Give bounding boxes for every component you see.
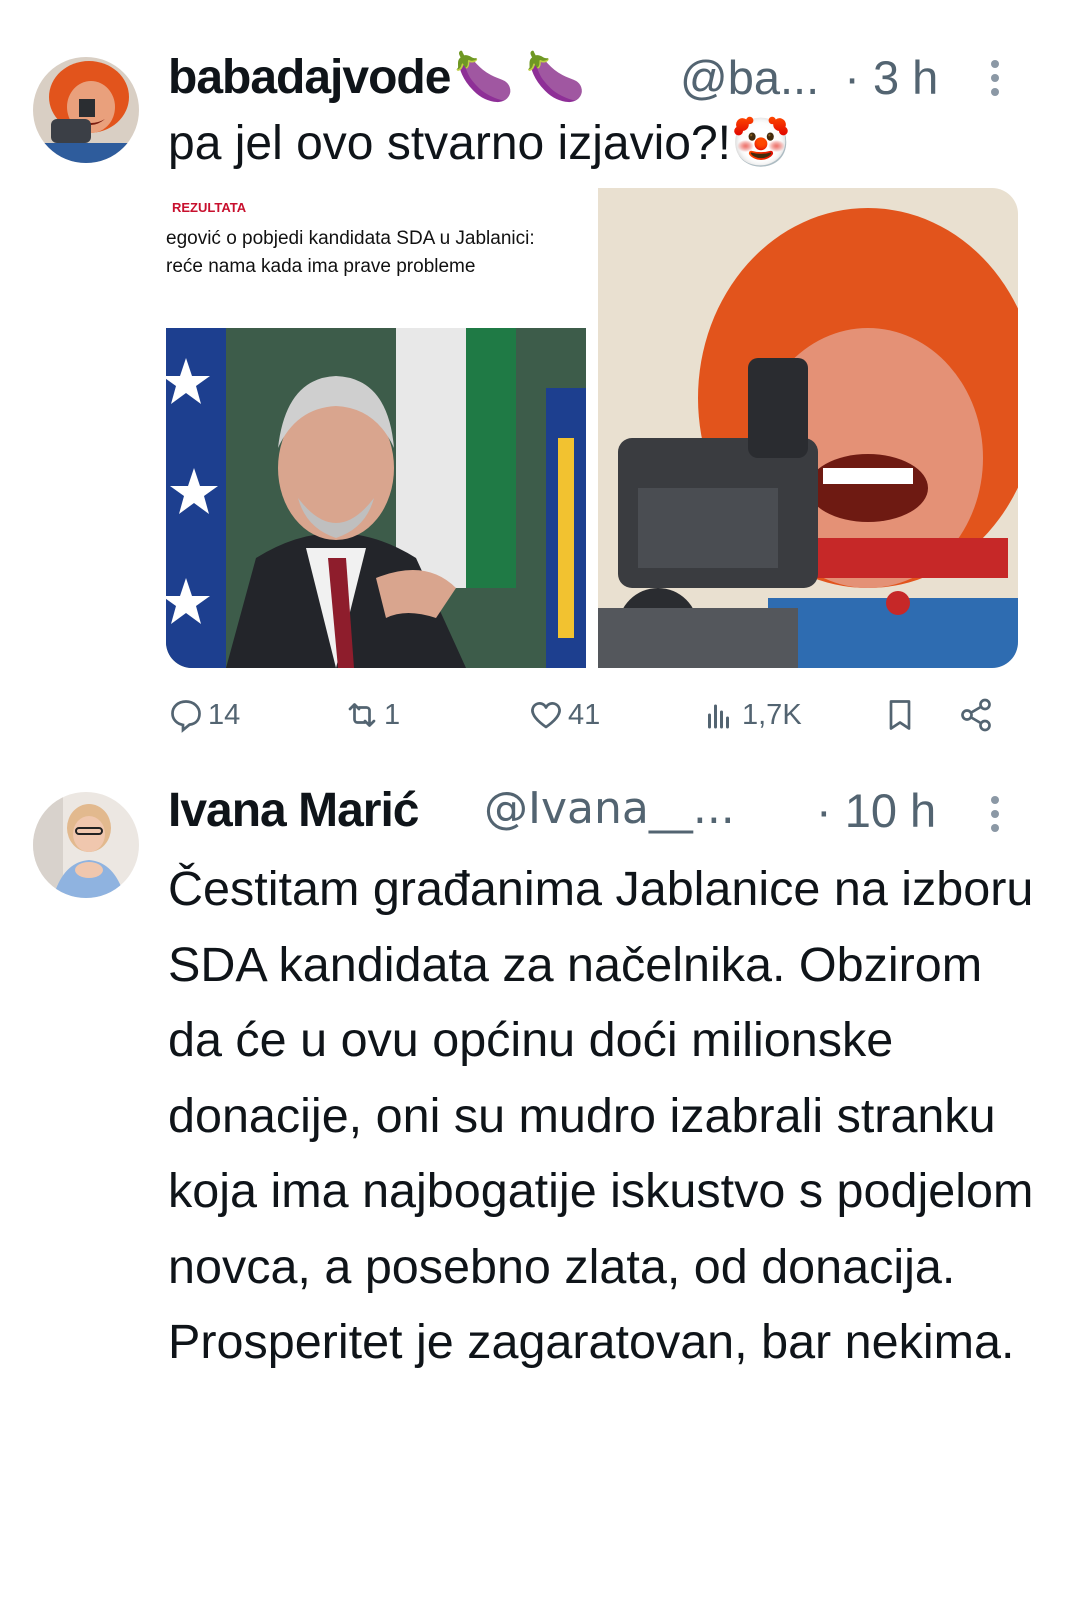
timestamp[interactable]: · 10 h (816, 783, 936, 838)
more-icon[interactable] (986, 794, 1004, 841)
views-count: 1,7K (742, 698, 802, 731)
action-bar: 14 1 41 1,7K (168, 690, 1028, 740)
display-name-text: babadajvode (168, 51, 451, 104)
article-header: REZULTATA egović o pobjedi kandidata SDA… (166, 188, 586, 328)
repost-count: 1 (384, 698, 401, 731)
views-icon (708, 704, 729, 729)
bookmark-button[interactable] (882, 690, 918, 740)
tweet-paragraph-1: Čestitam građanima Jablanice na izboru S… (168, 862, 1034, 1294)
handle[interactable]: @ba... (680, 51, 819, 104)
politician-photo (166, 328, 586, 668)
handle[interactable]: @Ivana__... (484, 783, 735, 834)
display-name[interactable]: babadajvode🍆 🍆 (168, 48, 585, 105)
timestamp[interactable]: · 3 h (844, 51, 938, 104)
media-image-photo[interactable] (598, 188, 1018, 668)
like-icon (531, 702, 561, 729)
like-button[interactable]: 41 (528, 690, 600, 740)
display-name[interactable]: Ivana Marić (168, 783, 419, 838)
more-icon[interactable] (986, 58, 1004, 105)
repost-icon (348, 703, 376, 727)
reply-count: 14 (208, 698, 241, 731)
article-headline-2: reće nama kada ima prave probleme (166, 256, 476, 277)
share-icon (961, 698, 991, 732)
article-kicker: REZULTATA (172, 200, 247, 215)
like-count: 41 (568, 698, 601, 731)
avatar[interactable] (33, 57, 139, 163)
repost-button[interactable]: 1 (344, 690, 400, 740)
reply-button[interactable]: 14 (168, 690, 240, 740)
bookmark-icon (889, 700, 911, 730)
share-button[interactable] (958, 690, 994, 740)
reply-icon (171, 700, 201, 733)
tweet-meta: @ba... · 3 h (680, 50, 938, 105)
media-image-article[interactable]: REZULTATA egović o pobjedi kandidata SDA… (166, 188, 586, 668)
tweet-text: pa jel ovo stvarno izjavio?!🤡 (168, 117, 791, 170)
views-button[interactable]: 1,7K (702, 690, 802, 740)
tweet-text: Čestitam građanima Jablanice na izboru S… (168, 852, 1038, 1381)
avatar[interactable] (33, 792, 139, 898)
camera-photo (598, 188, 1018, 668)
name-emojis: 🍆 🍆 (454, 51, 585, 104)
article-headline-1: egović o pobjedi kandidata SDA u Jablani… (166, 228, 535, 249)
tweet-paragraph-2: Prosperitet je zagaratovan, bar nekima. (168, 1315, 1015, 1369)
